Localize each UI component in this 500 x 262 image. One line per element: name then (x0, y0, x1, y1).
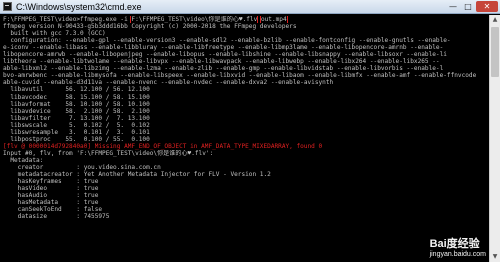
console-line: libpostproc 55. 0.100 / 55. 0.100 (3, 135, 150, 143)
console-line: bvo-amrwbenc --enable-libmysofa --enable… (3, 72, 477, 80)
console-line: built with gcc 7.3.0 (GCC) (3, 30, 106, 38)
console-line: Input #0, flv, from 'F:\FFMPEG_TEST\vide… (3, 149, 214, 157)
cmd-window: C:\Windows\system32\cmd.exe — □ ✕ F:\FFM… (0, 0, 500, 262)
console-lines: ffmpeg version N-90433-g5b3ddd16bb Copyr… (3, 23, 488, 220)
watermark-brand: Bai度经验 (429, 238, 480, 250)
console-line: e-iconv --enable-libass --enable-libblur… (3, 44, 444, 52)
scroll-down-arrow-icon[interactable]: ▼ (490, 252, 500, 262)
baidu-jingyan-watermark: Bai度经验 jingyan.baidu.com (430, 235, 486, 258)
scroll-up-arrow-icon[interactable]: ▲ (490, 15, 500, 25)
scroll-thumb[interactable] (491, 27, 499, 77)
console-line: metadatacreator : Yet Another Metadata I… (3, 171, 271, 179)
console-line: libswscale 5. 0.102 / 5. 0.102 (3, 121, 150, 129)
console-line: hasKeyframes : true (3, 178, 99, 186)
command-output-file: out.mp4 (259, 16, 288, 24)
console-line: libswresample 3. 0.101 / 3. 0.101 (3, 128, 150, 136)
console-line: creator : you.video.sina.com.cn (3, 163, 161, 171)
window-title: C:\Windows\system32\cmd.exe (16, 2, 142, 12)
console-line: hasVideo : true (3, 185, 99, 193)
console-line: Metadata: (3, 156, 44, 164)
title-bar[interactable]: C:\Windows\system32\cmd.exe — □ ✕ (0, 0, 500, 14)
console-line: libavdevice 58. 2.100 / 58. 2.100 (3, 107, 150, 115)
console-line: libavutil 56. 12.100 / 56. 12.100 (3, 86, 150, 94)
console-line: canSeekToEnd : false (3, 206, 103, 214)
console-line: [flv @ 0000014d792840a0] Missing AMF_END… (3, 142, 323, 150)
maximize-button[interactable]: □ (461, 1, 475, 12)
console-line: able-cuvid --enable-d3d11va --enable-nve… (3, 79, 334, 87)
watermark-url: jingyan.baidu.com (429, 251, 486, 258)
console-line: libavfilter 7. 13.100 / 7. 13.100 (3, 114, 150, 122)
console-line: hasMetadata : true (3, 199, 99, 207)
console-output[interactable]: F:\FFMPEG_TEST\video>ffmpeg.exe -i F:\FF… (2, 15, 488, 262)
command-prefix: F:\FFMPEG_TEST\video>ffmpeg.exe -i (3, 16, 132, 23)
console-line: libavcodec 58. 15.100 / 58. 15.100 (3, 93, 150, 101)
console-line: libavformat 58. 10.100 / 58. 10.100 (3, 100, 150, 108)
console-line: able-libxml2 --enable-libzimg --enable-l… (3, 65, 444, 73)
command-line: F:\FFMPEG_TEST\video>ffmpeg.exe -i F:\FF… (3, 16, 488, 24)
cmd-icon (3, 2, 12, 11)
console-line: libopencore-amrwb --enable-libopenjpeg -… (3, 51, 447, 59)
console-line: datasize : 7455975 (3, 213, 110, 221)
vertical-scrollbar[interactable]: ▲ ▼ (489, 15, 500, 262)
command-input-path: F:\FFMPEG_TEST\video\你是谁的心♥.flv (130, 16, 259, 24)
console-line: configuration: --enable-gpl --enable-ver… (3, 37, 451, 45)
console-line: ffmpeg version N-90433-g5b3ddd16bb Copyr… (3, 23, 297, 31)
minimize-button[interactable]: — (446, 1, 460, 12)
console-line: hasAudio : true (3, 192, 99, 200)
console-line: libtheora --enable-libtwolame --enable-l… (3, 58, 440, 66)
close-button[interactable]: ✕ (476, 1, 498, 12)
